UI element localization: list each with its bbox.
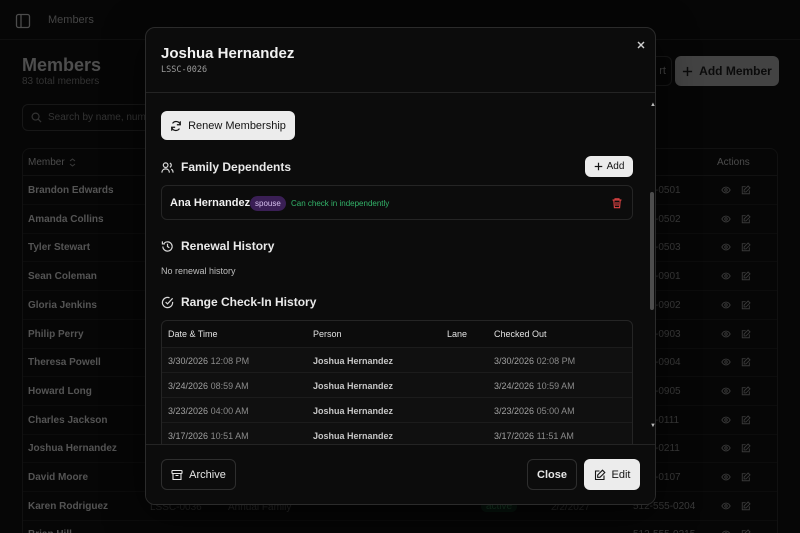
- check-circle-icon: [161, 296, 174, 309]
- checkin-date: 3/24/2026 08:59 AM: [168, 381, 249, 391]
- independent-checkin-note: Can check in independently: [291, 199, 390, 208]
- checkin-person: Joshua Hernandez: [313, 431, 394, 441]
- checkout-date: 3/17/2026 11:51 AM: [494, 431, 574, 441]
- checkin-date: 3/23/2026 04:00 AM: [168, 406, 249, 416]
- archive-button[interactable]: Archive: [161, 459, 236, 490]
- dependent-card: Ana Hernandez spouse Can check in indepe…: [161, 185, 633, 220]
- renewal-heading-label: Renewal History: [181, 239, 275, 253]
- checkin-heading: Range Check-In History: [161, 295, 316, 309]
- member-id: LSSC-0026: [161, 65, 208, 75]
- checkout-date: 3/24/2026 10:59 AM: [494, 381, 575, 391]
- checkin-table: Date & Time Person Lane Checked Out 3/30…: [161, 320, 633, 450]
- checkin-heading-label: Range Check-In History: [181, 295, 317, 309]
- history-icon: [161, 240, 174, 253]
- divider: [146, 444, 655, 445]
- renew-label: Renew Membership: [188, 119, 286, 132]
- scroll-down-arrow[interactable]: ▼: [650, 423, 655, 429]
- divider: [146, 92, 655, 93]
- checkin-person: Joshua Hernandez: [313, 406, 394, 416]
- refresh-icon: [170, 120, 182, 132]
- renewal-empty-text: No renewal history: [161, 266, 236, 276]
- checkin-date: 3/17/2026 10:51 AM: [168, 431, 249, 441]
- edit-button[interactable]: Edit: [584, 459, 640, 490]
- column-lane: Lane: [447, 329, 468, 339]
- trash-icon[interactable]: [611, 197, 623, 209]
- add-dependent-label: Add: [606, 161, 625, 172]
- column-checked-out: Checked Out: [494, 329, 547, 339]
- edit-icon: [594, 468, 606, 481]
- column-person: Person: [313, 329, 342, 339]
- edit-label: Edit: [611, 468, 631, 481]
- checkin-row: 3/24/2026 08:59 AM Joshua Hernandez 3/24/2…: [162, 372, 632, 397]
- close-icon[interactable]: [634, 38, 648, 52]
- checkin-row: 3/30/2026 12:08 PM Joshua Hernandez 3/30/2…: [162, 347, 632, 372]
- renewal-heading: Renewal History: [161, 239, 274, 253]
- relation-badge: spouse: [250, 196, 286, 211]
- dependents-heading-label: Family Dependents: [181, 160, 292, 174]
- dependent-name: Ana Hernandez: [170, 197, 251, 209]
- dependents-heading: Family Dependents: [161, 160, 291, 174]
- checkin-row: 3/23/2026 04:00 AM Joshua Hernandez 3/23/2…: [162, 397, 632, 422]
- users-icon: [161, 161, 174, 174]
- checkin-date: 3/30/2026 12:08 PM: [168, 356, 250, 366]
- column-date-time: Date & Time: [168, 329, 218, 339]
- checkin-person: Joshua Hernandez: [313, 381, 394, 391]
- add-dependent-button[interactable]: Add: [585, 156, 633, 177]
- archive-label: Archive: [189, 468, 226, 481]
- checkout-date: 3/30/2026 02:08 PM: [494, 356, 576, 366]
- checkin-person: Joshua Hernandez: [313, 356, 394, 366]
- scrollbar-thumb[interactable]: [650, 192, 654, 310]
- archive-icon: [171, 469, 183, 481]
- close-button[interactable]: Close: [527, 459, 577, 490]
- member-detail-modal: Joshua Hernandez LSSC-0026 Renew Members…: [145, 27, 656, 505]
- plus-icon: [594, 162, 603, 171]
- renew-membership-button[interactable]: Renew Membership: [161, 111, 295, 140]
- modal-title: Joshua Hernandez: [161, 45, 295, 62]
- checkout-date: 3/23/2026 05:00 AM: [494, 406, 575, 416]
- scroll-up-arrow[interactable]: ▲: [650, 102, 655, 108]
